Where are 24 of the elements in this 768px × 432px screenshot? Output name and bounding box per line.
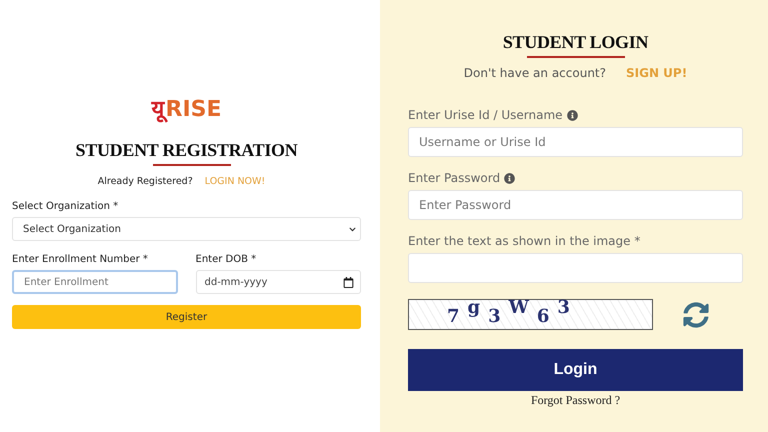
registration-title: STUDENT REGISTRATION xyxy=(76,140,298,161)
organization-label: Select Organization * xyxy=(12,201,120,212)
organization-select[interactable]: Select Organization xyxy=(12,217,361,241)
forgot-password-link[interactable]: Forgot Password ? xyxy=(530,393,620,408)
logo: यूRISE xyxy=(152,96,222,122)
text-field[interactable]: Enter Password xyxy=(408,190,743,220)
already-registered-text: Already Registered? xyxy=(98,176,193,187)
login-title: STUDENT LOGIN xyxy=(502,32,648,53)
field-label: Enter Urise Id / Username xyxy=(408,108,743,122)
captcha-image: 7 g 3 W 6 3 xyxy=(408,299,653,330)
login-button[interactable]: Login xyxy=(408,349,743,391)
register-button[interactable]: Register xyxy=(12,305,361,329)
refresh-icon[interactable] xyxy=(683,302,709,328)
enrollment-label: Enter Enrollment Number * xyxy=(12,254,149,265)
enrollment-field[interactable]: Enter Enrollment xyxy=(12,270,178,294)
text-field[interactable] xyxy=(408,253,743,283)
chevron-down-icon xyxy=(349,226,356,232)
calendar-icon xyxy=(343,276,354,288)
field-label: Enter Password xyxy=(408,171,743,185)
field-label: Enter the text as shown in the image * xyxy=(408,234,642,248)
text-field[interactable]: Username or Urise Id xyxy=(408,127,743,157)
no-account-text: Don't have an account? xyxy=(464,66,606,80)
dob-field[interactable]: dd-mm-yyyy xyxy=(196,270,361,294)
dob-label: Enter DOB * xyxy=(196,254,258,265)
